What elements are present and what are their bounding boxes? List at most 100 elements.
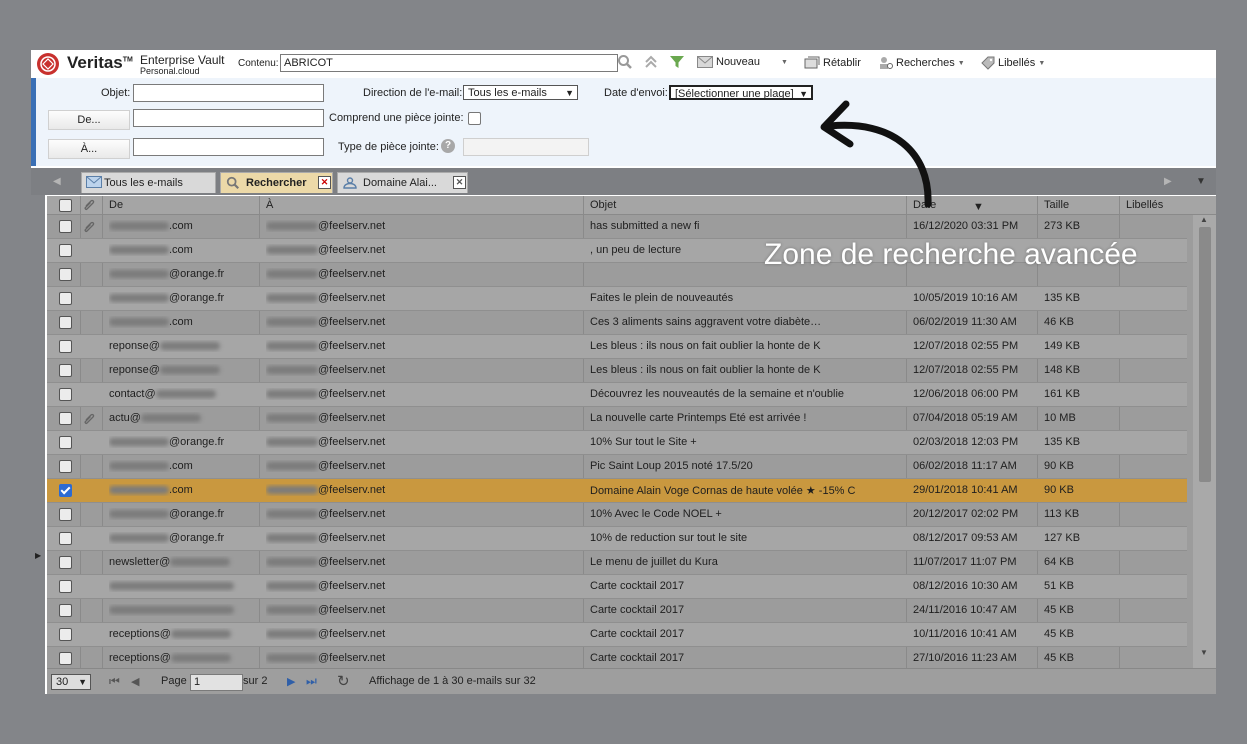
row-size: 90 KB (1044, 460, 1074, 472)
row-checkbox[interactable] (59, 508, 72, 521)
scrollbar-thumb[interactable] (1199, 227, 1211, 482)
table-row[interactable]: @feelserv.net Carte cocktail 2017 24/11/20… (47, 599, 1187, 623)
close-icon[interactable]: ✕ (453, 176, 466, 189)
row-checkbox[interactable] (59, 364, 72, 377)
labels-button[interactable]: Libellés ▼ (981, 56, 1045, 70)
content-search-input[interactable]: ABRICOT (280, 54, 618, 72)
table-row[interactable]: receptions@ @feelserv.net Carte cocktail 2… (47, 623, 1187, 647)
row-checkbox[interactable] (59, 484, 72, 497)
help-icon[interactable]: ? (441, 139, 455, 153)
labels-button-label: Libellés (998, 57, 1036, 69)
table-row[interactable]: @orange.fr @feelserv.net Faites le plein d… (47, 287, 1187, 311)
first-page-icon[interactable]: ⏮ (109, 674, 120, 689)
row-to: @feelserv.net (266, 364, 580, 376)
app-window: VeritasTM Enterprise Vault Personal.clou… (31, 50, 1216, 694)
row-checkbox[interactable] (59, 532, 72, 545)
table-row[interactable]: reponse@ @feelserv.net Les bleus : ils nou… (47, 335, 1187, 359)
table-row[interactable]: @orange.fr @feelserv.net 10% Sur tout le S… (47, 431, 1187, 455)
tab-menu-icon[interactable]: ▼ (1196, 176, 1206, 187)
row-checkbox[interactable] (59, 292, 72, 305)
subject-input[interactable] (133, 84, 324, 102)
row-checkbox[interactable] (59, 244, 72, 257)
attachment-checkbox[interactable] (468, 112, 481, 125)
table-row[interactable]: receptions@ @feelserv.net Carte cocktail 2… (47, 647, 1187, 668)
row-checkbox[interactable] (59, 268, 72, 281)
search-icon[interactable] (617, 54, 633, 70)
refresh-icon[interactable]: ↻ (337, 672, 350, 690)
row-checkbox[interactable] (59, 628, 72, 641)
collapse-search-icon[interactable] (643, 54, 659, 70)
date-range-value: [Sélectionner une plage] (675, 88, 794, 100)
to-input[interactable] (133, 138, 324, 156)
row-from: @orange.fr (109, 292, 257, 304)
table-row[interactable]: contact@ @feelserv.net Découvrez les nouve… (47, 383, 1187, 407)
row-checkbox[interactable] (59, 316, 72, 329)
searches-button[interactable]: Recherches ▼ (879, 56, 965, 70)
column-subject[interactable]: Objet (590, 199, 616, 211)
table-row[interactable]: @orange.fr @feelserv.net 10% de reduction … (47, 527, 1187, 551)
page-label: Page (161, 675, 187, 687)
scroll-up-icon[interactable]: ▲ (1200, 215, 1208, 224)
new-button[interactable]: Nouveau (697, 56, 760, 68)
restore-button[interactable]: Rétablir (804, 56, 861, 70)
table-row[interactable]: .com @feelserv.net has submitted a new fi 1… (47, 215, 1187, 239)
tab-scroll-right-icon[interactable]: ▶ (1164, 176, 1172, 187)
date-range-select[interactable]: [Sélectionner une plage] ▼ (669, 85, 813, 100)
tab-domaine-alain[interactable]: Domaine Alai... ✕ (337, 172, 468, 193)
table-row[interactable]: @orange.fr @feelserv.net 10% Avec le Code … (47, 503, 1187, 527)
page-size-select[interactable]: 30 ▼ (51, 674, 91, 690)
row-date: 07/04/2018 05:19 AM (913, 412, 1018, 424)
row-date: 29/01/2018 10:41 AM (913, 484, 1018, 496)
tab-scroll-left-icon[interactable]: ◀ (53, 176, 61, 187)
tab-search[interactable]: Rechercher ✕ (220, 172, 333, 193)
row-checkbox[interactable] (59, 388, 72, 401)
column-size[interactable]: Taille (1044, 199, 1069, 211)
row-date: 27/10/2016 11:23 AM (913, 652, 1017, 664)
column-labels[interactable]: Libellés (1126, 199, 1163, 211)
chevron-down-icon: ▼ (957, 59, 965, 67)
row-checkbox[interactable] (59, 220, 72, 233)
row-checkbox[interactable] (59, 460, 72, 473)
table-row[interactable]: .com @feelserv.net Ces 3 aliments sains ag… (47, 311, 1187, 335)
column-from[interactable]: De (109, 199, 123, 211)
row-checkbox[interactable] (59, 340, 72, 353)
row-checkbox[interactable] (59, 556, 72, 569)
table-row[interactable]: .com @feelserv.net Domaine Alain Voge Corn… (47, 479, 1187, 503)
column-to[interactable]: À (266, 199, 273, 211)
row-subject: Carte cocktail 2017 (590, 580, 685, 592)
side-panel-toggle[interactable]: ▶ (31, 195, 45, 694)
from-button[interactable]: De... (48, 110, 130, 130)
next-page-icon[interactable]: ▶ (287, 675, 295, 688)
tab-all-emails[interactable]: Tous les e-mails (81, 172, 216, 193)
table-row[interactable]: newsletter@ @feelserv.net Le menu de juill… (47, 551, 1187, 575)
row-checkbox[interactable] (59, 436, 72, 449)
direction-select[interactable]: Tous les e-mails ▼ (463, 85, 578, 100)
page-number-input[interactable]: 1 (190, 674, 243, 691)
close-icon[interactable]: ✕ (318, 176, 331, 189)
row-subject: Carte cocktail 2017 (590, 628, 685, 640)
to-button[interactable]: À... (48, 139, 130, 159)
table-row[interactable]: .com @feelserv.net Pic Saint Loup 2015 not… (47, 455, 1187, 479)
paging-status: Affichage de 1 à 30 e-mails sur 32 (369, 675, 536, 687)
last-page-icon[interactable]: ⏭ (306, 674, 317, 689)
chevron-down-icon: ▼ (78, 677, 87, 687)
row-checkbox[interactable] (59, 652, 72, 665)
select-all-checkbox[interactable] (59, 199, 72, 212)
filter-icon[interactable] (669, 54, 685, 70)
row-checkbox[interactable] (59, 412, 72, 425)
row-subject: Carte cocktail 2017 (590, 604, 685, 616)
new-dropdown-caret-icon[interactable]: ▼ (781, 59, 788, 66)
expand-panel-icon[interactable]: ▶ (35, 551, 41, 560)
subject-label: Objet: (101, 87, 131, 99)
table-row[interactable]: actu@ @feelserv.net La nouvelle carte Prin… (47, 407, 1187, 431)
row-checkbox[interactable] (59, 580, 72, 593)
prev-page-icon[interactable]: ◀ (131, 675, 139, 688)
vertical-scrollbar[interactable]: ▲ ▼ (1193, 215, 1216, 668)
table-row[interactable]: reponse@ @feelserv.net Les bleus : ils nou… (47, 359, 1187, 383)
row-size: 113 KB (1044, 508, 1080, 520)
row-checkbox[interactable] (59, 604, 72, 617)
table-row[interactable]: @feelserv.net Carte cocktail 2017 08/12/20… (47, 575, 1187, 599)
row-size: 10 MB (1044, 412, 1076, 424)
scroll-down-icon[interactable]: ▼ (1200, 648, 1208, 657)
from-input[interactable] (133, 109, 324, 127)
